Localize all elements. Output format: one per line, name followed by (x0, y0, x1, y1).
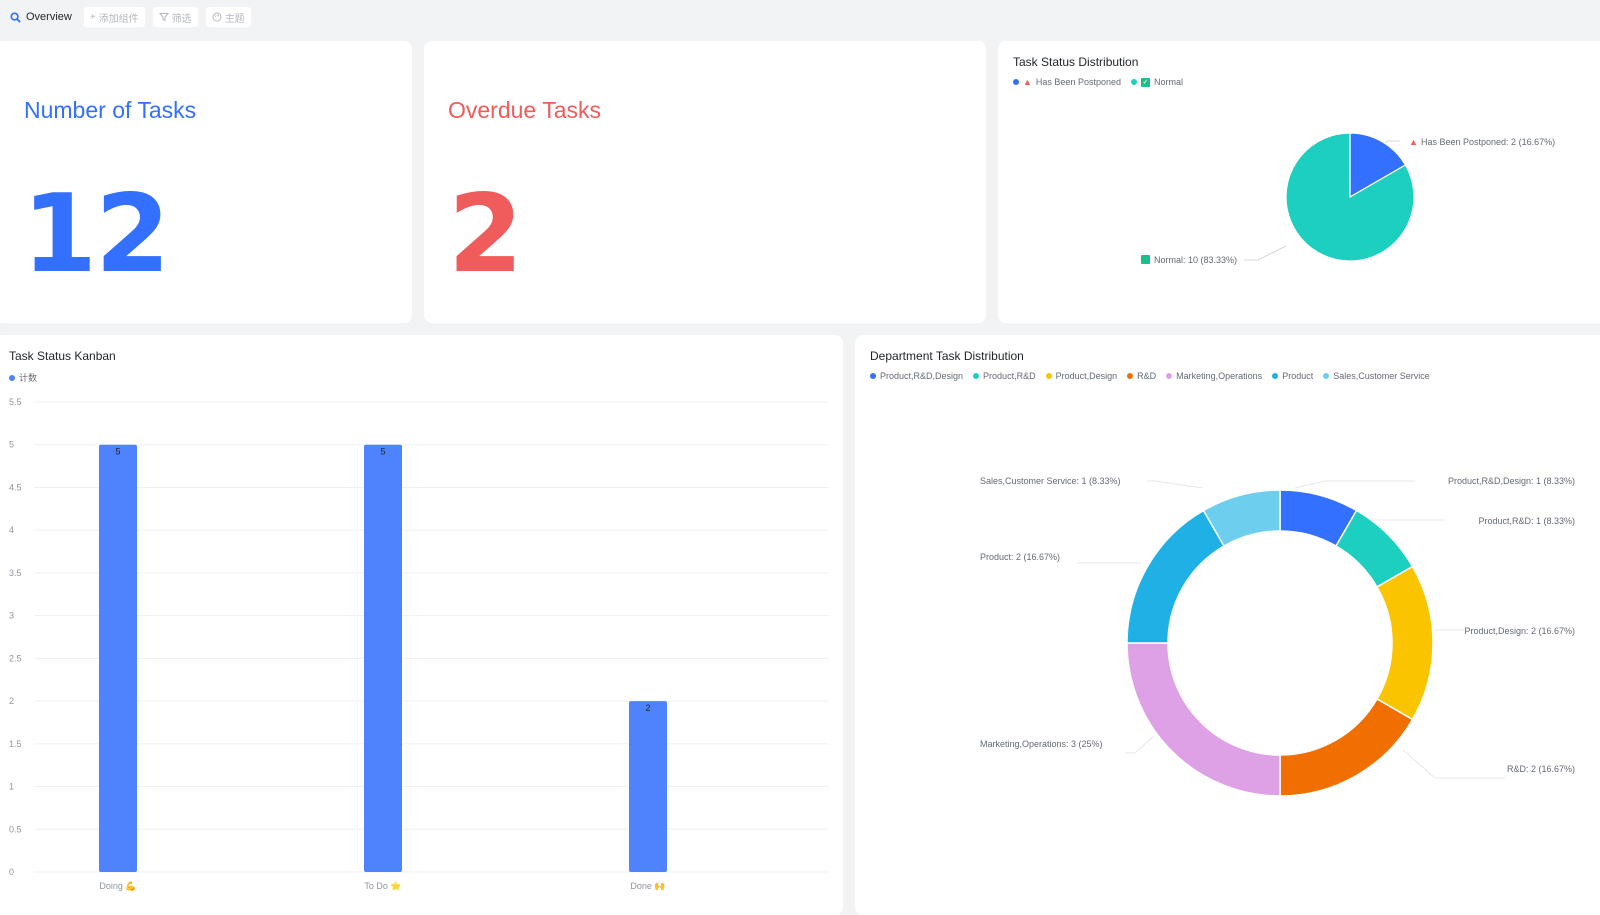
callout-label: Product,R&D: 1 (8.33%) (1478, 516, 1575, 526)
callout-label: Product,R&D,Design: 1 (8.33%) (1448, 476, 1575, 486)
add-widget-label: 添加组件 (98, 13, 139, 25)
donut-slice (1279, 697, 1414, 797)
y-tick-label: 4.5 (9, 482, 22, 492)
callout-line (1125, 735, 1155, 754)
callout-label: Product,Design: 2 (16.67%) (1464, 626, 1575, 636)
add-widget-button[interactable]: + 添加组件 (83, 7, 145, 27)
callout-label: R&D: 2 (16.67%) (1507, 764, 1575, 774)
dept-donut-card[interactable]: Department Task Distribution Product,R&D… (855, 335, 1600, 915)
tasks-kpi-value: 12 (22, 172, 170, 297)
y-tick-label: 5 (9, 440, 14, 450)
filter-button[interactable]: 筛选 (152, 7, 198, 27)
x-tick-label: Doing 💪 (99, 880, 136, 891)
overdue-kpi-card[interactable]: Overdue Tasks 2 (424, 41, 986, 323)
overview-label: Overview (26, 11, 72, 23)
filter-label: 筛选 (171, 13, 192, 25)
overdue-kpi-value: 2 (448, 172, 523, 297)
kanban-bar-chart: 0 0.5 1 1.5 2 2.5 3 3.5 4 4.5 5 5.5 5 Doing 💪 5 To Do ⭐… (9, 397, 829, 891)
x-tick-label: To Do ⭐ (364, 880, 401, 891)
y-tick-label: 4 (9, 525, 14, 535)
y-tick-label: 1 (9, 782, 14, 792)
callout-label: Sales,Customer Service: 1 (8.33%) (980, 476, 1121, 486)
donut-slice (1126, 509, 1226, 644)
search-icon (10, 11, 21, 23)
y-tick-label: 0 (9, 867, 14, 877)
callout-postponed: ▲ Has Been Postponed: 2 (16.67%) (1409, 137, 1555, 147)
dept-donut-chart: Product,R&D,Design: 1 (8.33%) Product,R&… (980, 476, 1575, 797)
y-tick-label: 0.5 (9, 824, 22, 834)
y-tick-label: 2 (9, 696, 14, 706)
callout-normal: Normal: 10 (83.33%) (1141, 255, 1237, 265)
bar (99, 444, 137, 872)
check-icon (1141, 255, 1150, 264)
kanban-card[interactable]: Task Status Kanban 计数 0 0.5 1 1.5 2 2.5 3 3.5 4 4… (0, 335, 843, 915)
donut-slice (1126, 642, 1281, 797)
toolbar: Overview + 添加组件 筛选 主题 (0, 0, 1600, 34)
status-pie-chart: ▲ Has Been Postponed: 2 (16.67%) Normal:… (1141, 132, 1555, 265)
callout-line (1147, 480, 1204, 489)
filter-icon (158, 13, 169, 22)
status-pie-card[interactable]: Task Status Distribution ▲ Has Been Post… (998, 41, 1600, 323)
y-tick-label: 5.5 (9, 397, 22, 407)
bar (629, 701, 667, 872)
callout-line (1294, 480, 1415, 489)
bar-value-label: 5 (115, 447, 120, 457)
y-tick-label: 1.5 (9, 739, 22, 749)
donut-slice (1375, 565, 1434, 721)
theme-label: 主题 (224, 13, 245, 25)
callout-label: Product: 2 (16.67%) (980, 552, 1060, 562)
y-tick-label: 2.5 (9, 653, 22, 663)
callout-line (1402, 749, 1505, 779)
y-tick-label: 3.5 (9, 568, 22, 578)
tasks-kpi-card[interactable]: Number of Tasks 12 (0, 41, 412, 323)
tasks-kpi-title: Number of Tasks (24, 97, 197, 123)
plus-icon: + (89, 11, 96, 23)
alert-icon: ▲ (1409, 137, 1418, 147)
callout-line-normal (1244, 245, 1287, 261)
callout-label: Marketing,Operations: 3 (25%) (980, 739, 1103, 749)
callout-label-postponed: Has Been Postponed: 2 (16.67%) (1421, 137, 1555, 147)
bar-value-label: 5 (380, 447, 385, 457)
overview-tab[interactable]: Overview (6, 6, 76, 28)
x-tick-label: Done 🙌 (630, 881, 665, 891)
callout-label-normal: Normal: 10 (83.33%) (1154, 255, 1237, 265)
overdue-kpi-title: Overdue Tasks (448, 97, 601, 123)
bar (364, 444, 402, 872)
palette-icon (212, 12, 222, 22)
y-tick-label: 3 (9, 611, 14, 621)
bar-value-label: 2 (645, 703, 650, 713)
theme-button[interactable]: 主题 (205, 7, 251, 27)
donut-slices (1126, 489, 1434, 797)
